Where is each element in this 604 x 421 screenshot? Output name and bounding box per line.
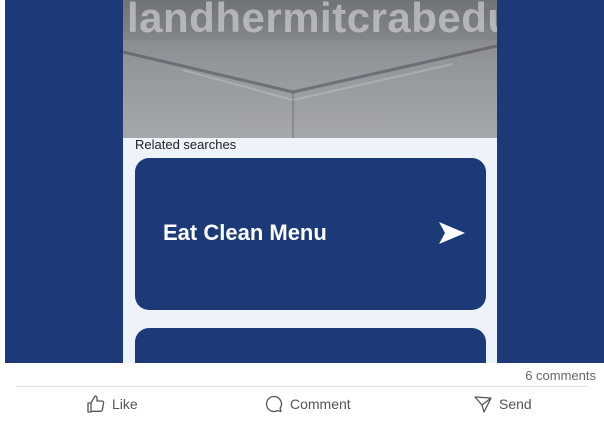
send-label: Send (499, 396, 532, 412)
like-label: Like (112, 396, 138, 412)
post-image[interactable]: landhermitcrabeduc Related searches Eat … (5, 0, 604, 363)
related-searches-label: Related searches (135, 137, 237, 152)
divider (16, 386, 588, 387)
comment-icon (265, 395, 283, 413)
hero-banner: landhermitcrabeduc (123, 0, 497, 138)
embedded-screenshot: landhermitcrabeduc Related searches Eat … (123, 0, 497, 363)
thumbs-up-icon (87, 395, 105, 413)
like-button[interactable]: Like (86, 393, 138, 415)
related-search-card[interactable] (135, 328, 486, 363)
send-icon (474, 396, 492, 413)
comment-button[interactable]: Comment (264, 393, 351, 415)
comment-label: Comment (290, 396, 351, 412)
arrow-right-icon (439, 222, 465, 244)
send-button[interactable]: Send (473, 393, 532, 415)
card-title: Eat Clean Menu (163, 220, 327, 245)
comments-count[interactable]: 6 comments (525, 368, 596, 383)
hero-text: landhermitcrabeduc (127, 0, 497, 41)
related-search-card[interactable]: Eat Clean Menu (135, 158, 486, 310)
